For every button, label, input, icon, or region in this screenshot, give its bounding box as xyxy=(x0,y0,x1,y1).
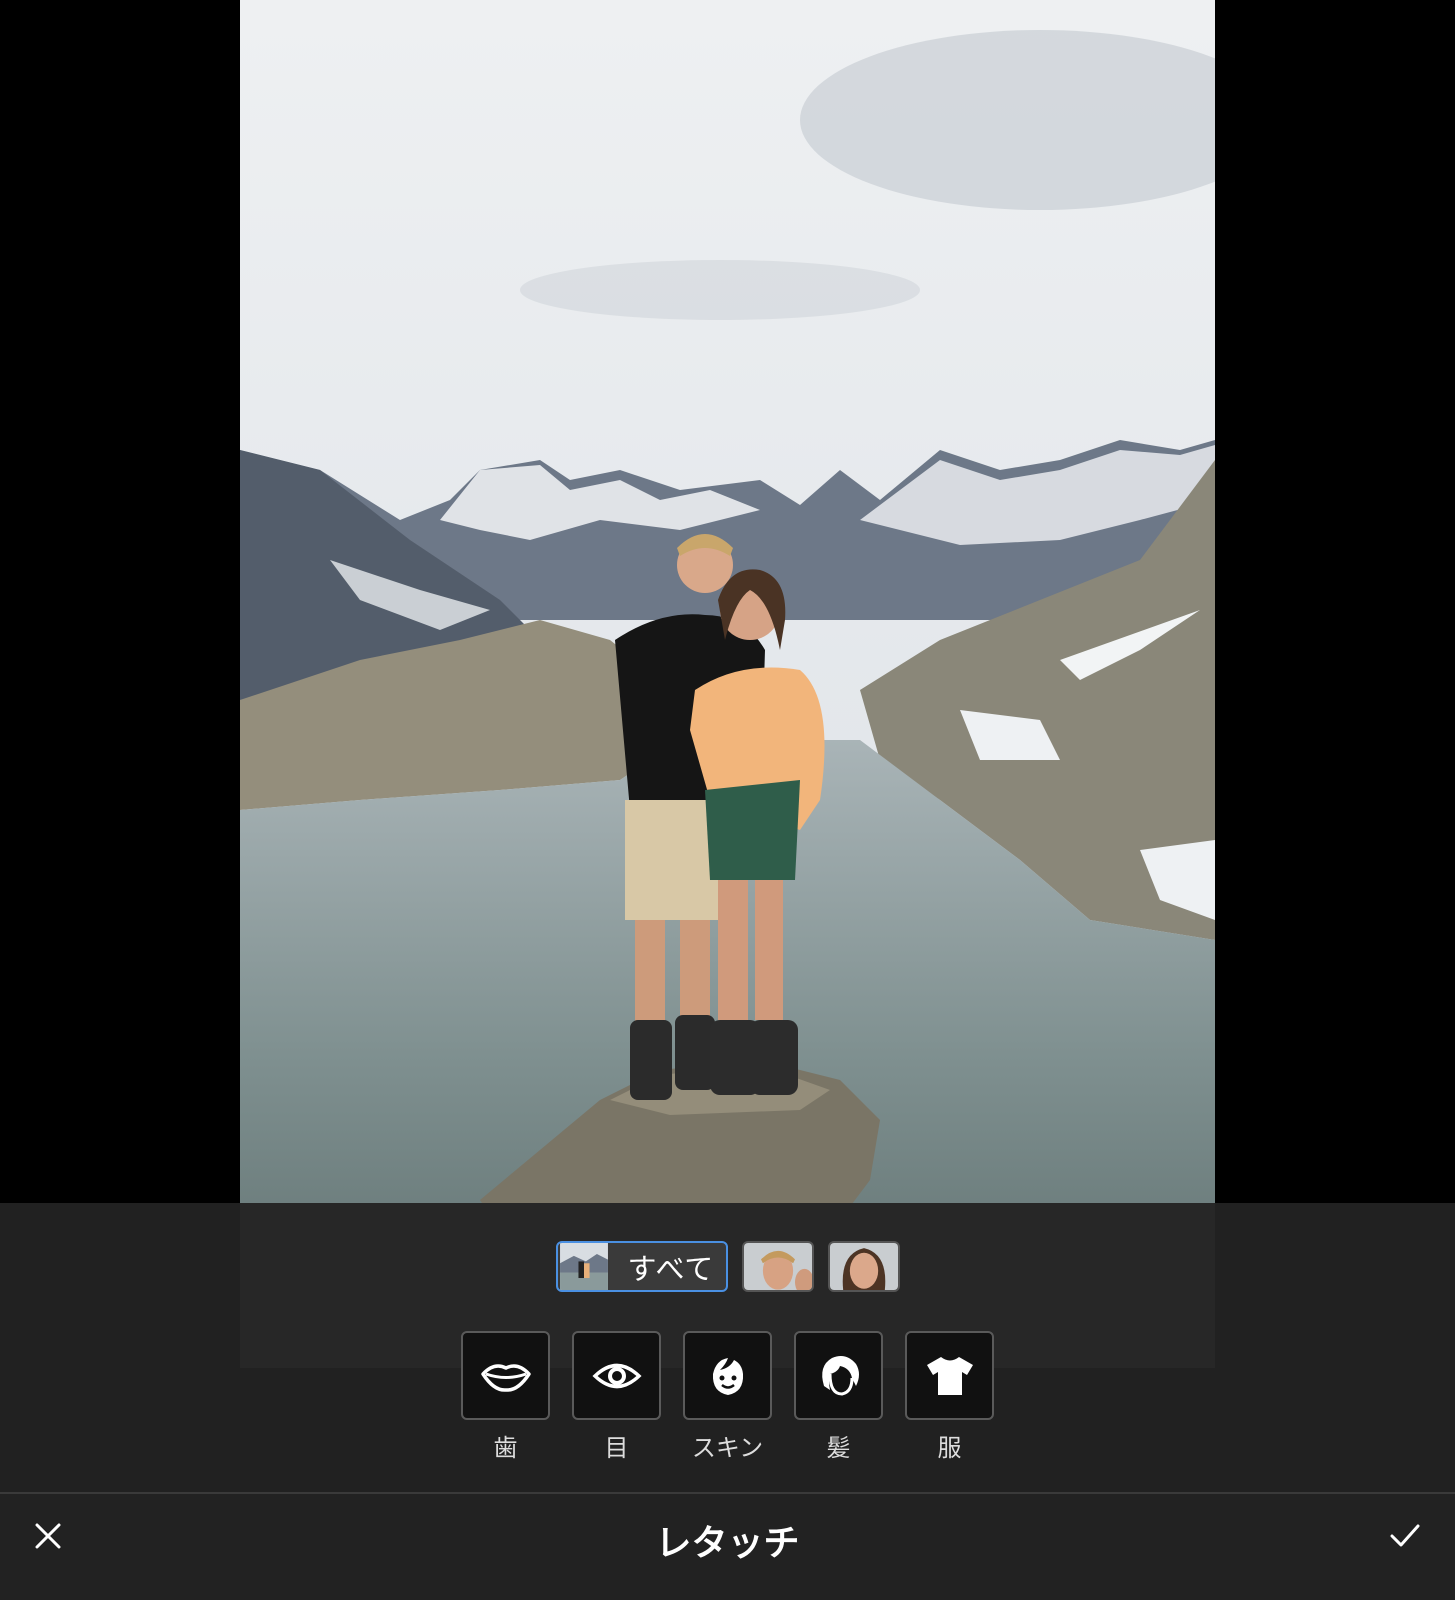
photo-canvas[interactable] xyxy=(240,0,1215,1368)
tool-hair-label: 髪 xyxy=(826,1434,851,1462)
tool-skin-button[interactable] xyxy=(683,1331,772,1420)
tool-skin: スキン xyxy=(683,1331,772,1463)
tool-clothes-label: 服 xyxy=(937,1434,962,1462)
face-icon xyxy=(712,1357,743,1395)
face-thumbnail-icon xyxy=(743,1243,812,1290)
footer-bar: レタッチ xyxy=(0,1494,1455,1600)
lips-icon xyxy=(480,1363,531,1392)
page-title: レタッチ xyxy=(655,1523,800,1564)
tool-clothes-button[interactable] xyxy=(905,1331,994,1420)
target-selector: すべて xyxy=(0,1241,1455,1292)
tool-clothes: 服 xyxy=(905,1331,994,1463)
checkmark-icon xyxy=(1390,1524,1420,1547)
tool-hair-button[interactable] xyxy=(794,1331,883,1420)
hair-icon xyxy=(821,1355,859,1396)
target-all-button[interactable]: すべて xyxy=(555,1241,728,1292)
target-face-2-button[interactable] xyxy=(827,1241,900,1292)
tool-hair: 髪 xyxy=(794,1331,883,1463)
retouch-tools: 歯 目 スキン 髪 服 xyxy=(0,1331,1455,1463)
target-face-1-button[interactable] xyxy=(741,1241,814,1292)
tool-teeth-label: 歯 xyxy=(493,1434,518,1462)
shirt-icon xyxy=(926,1356,973,1395)
target-all-label: すべて xyxy=(627,1251,715,1286)
tool-eyes-label: 目 xyxy=(604,1434,629,1462)
tool-eyes: 目 xyxy=(572,1331,661,1463)
photo-image xyxy=(240,0,1215,1368)
tool-teeth: 歯 xyxy=(461,1331,550,1463)
eye-icon xyxy=(591,1363,642,1388)
confirm-button[interactable] xyxy=(1385,1518,1425,1554)
tool-eyes-button[interactable] xyxy=(572,1331,661,1420)
tool-teeth-button[interactable] xyxy=(461,1331,550,1420)
face-thumbnail-icon xyxy=(829,1243,898,1290)
photo-thumbnail-icon xyxy=(559,1243,608,1290)
tool-skin-label: スキン xyxy=(691,1434,764,1462)
